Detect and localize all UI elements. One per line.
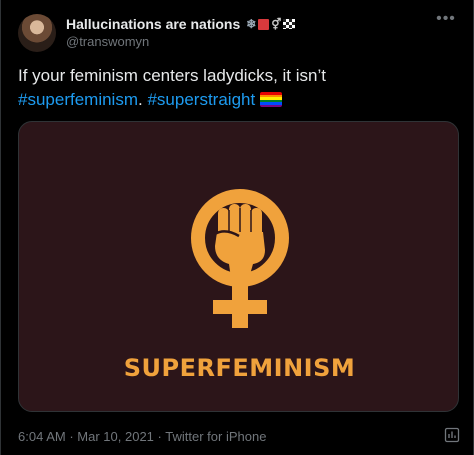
display-name[interactable]: Hallucinations are nations ❄ ⚥ — [66, 16, 296, 32]
more-icon[interactable]: ••• — [433, 10, 459, 30]
avatar[interactable] — [18, 14, 56, 52]
display-name-text: Hallucinations are nations — [66, 16, 241, 32]
tweet-source: Twitter for iPhone — [165, 429, 267, 444]
tweet-text: If your feminism centers ladydicks, it i… — [18, 64, 458, 112]
tweet-time[interactable]: 6:04 AM — [18, 429, 66, 444]
tweet-card: Hallucinations are nations ❄ ⚥ @transwom… — [0, 0, 474, 455]
tweet-meta: 6:04 AM · Mar 10, 2021 · Twitter for iPh… — [18, 429, 266, 444]
checkered-flag-icon — [283, 19, 296, 29]
tweet-separator: . — [138, 90, 143, 109]
name-emojis: ❄ ⚥ — [246, 17, 296, 31]
gender-symbol-icon: ⚥ — [271, 18, 282, 31]
handle[interactable]: @transwomyn — [66, 34, 149, 49]
hashtag-superfeminism[interactable]: #superfeminism — [18, 90, 138, 109]
tweet-media-image[interactable]: SUPERFEMINISM — [18, 121, 459, 412]
feminist-fist-logo — [191, 189, 289, 328]
hashtag-superstraight[interactable]: #superstraight — [147, 90, 255, 109]
meta-dot: · — [157, 429, 162, 444]
red-square-icon — [258, 18, 270, 30]
rainbow-flag-icon — [259, 92, 282, 107]
meta-dot: · — [69, 429, 74, 444]
tweet-text-line: If your feminism centers ladydicks, it i… — [18, 66, 326, 85]
snowflake-icon: ❄ — [246, 17, 257, 31]
tweet-date[interactable]: Mar 10, 2021 — [77, 429, 154, 444]
media-caption: SUPERFEMINISM — [123, 354, 356, 382]
analytics-icon[interactable] — [444, 427, 460, 443]
